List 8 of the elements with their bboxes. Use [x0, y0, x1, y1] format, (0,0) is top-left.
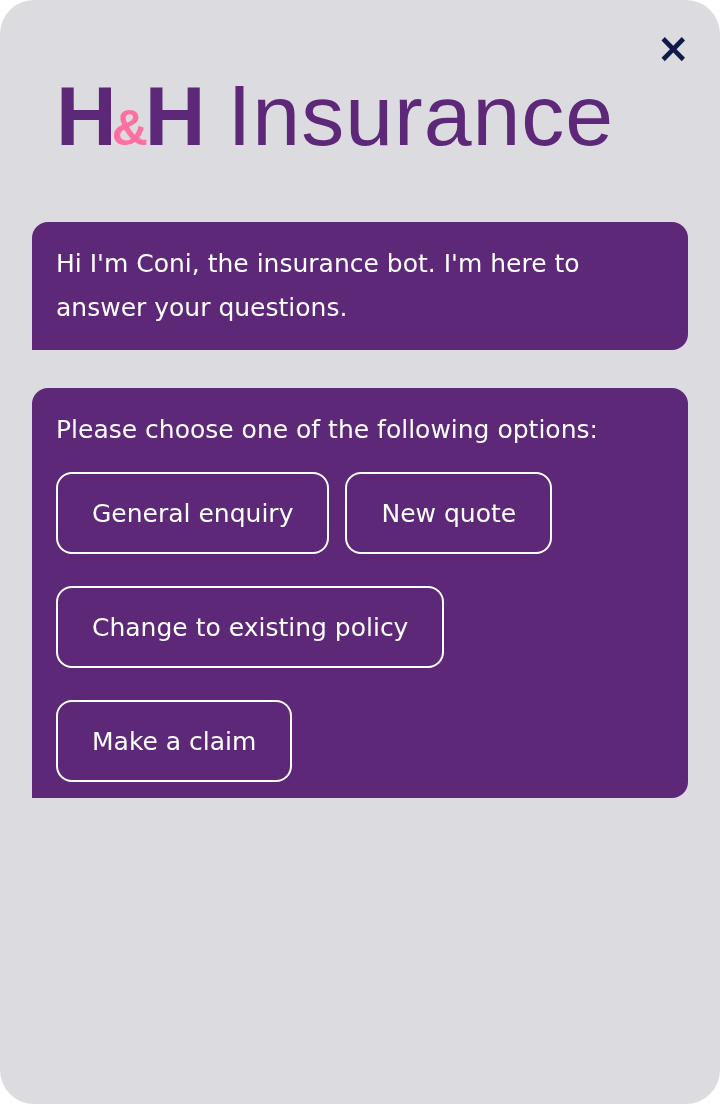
option-button[interactable]: New quote [345, 472, 553, 554]
message-bubble: Hi I'm Coni, the insurance bot. I'm here to answer your questions. [32, 222, 688, 350]
close-button[interactable]: × [650, 28, 696, 68]
option-button[interactable]: General enquiry [56, 472, 330, 554]
option-button[interactable]: Make a claim [56, 700, 293, 782]
message-text: Please choose one of the following options: [56, 414, 599, 446]
logo: H&H Insurance [56, 72, 615, 158]
option-button[interactable]: Change to existing policy [56, 586, 445, 668]
